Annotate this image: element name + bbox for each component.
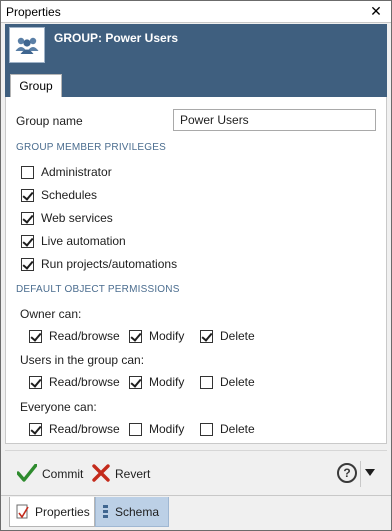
revert-label: Revert xyxy=(115,467,151,481)
owner-modify-checkbox[interactable]: Modify xyxy=(129,328,184,344)
everyone-permissions-label: Everyone can: xyxy=(20,400,97,414)
group-users-permissions-label: Users in the group can: xyxy=(20,353,145,367)
owner-permissions-label: Owner can: xyxy=(20,307,82,321)
group-panel: Group name GROUP MEMBER PRIVILEGES Admin… xyxy=(5,97,387,444)
commit-button[interactable]: Commit xyxy=(16,462,84,485)
privilege-web-services[interactable]: Web services xyxy=(21,210,113,226)
checkbox-label: Read/browse xyxy=(49,375,120,389)
everyone-read-checkbox[interactable]: Read/browse xyxy=(29,421,120,437)
window-title: Properties xyxy=(6,5,61,19)
bottom-tab-bar: Properties Schema xyxy=(1,495,391,530)
tab-strip: Group xyxy=(5,65,387,97)
checkbox-label: Web services xyxy=(41,211,113,225)
tab-properties-label: Properties xyxy=(35,504,90,519)
checkbox[interactable] xyxy=(200,422,213,436)
checkbox-label: Read/browse xyxy=(49,329,120,343)
group-delete-checkbox[interactable]: Delete xyxy=(200,374,255,390)
checkbox-label: Modify xyxy=(149,329,185,343)
group-header: GROUP: Power Users xyxy=(5,24,387,65)
checkbox-label: Delete xyxy=(220,375,255,389)
commit-label: Commit xyxy=(42,467,84,481)
checkbox-label: Delete xyxy=(220,422,255,436)
revert-button[interactable]: Revert xyxy=(92,463,150,485)
checkbox[interactable] xyxy=(21,257,34,271)
checkbox[interactable] xyxy=(129,329,142,343)
help-icon[interactable]: ? xyxy=(337,463,357,483)
x-icon xyxy=(92,463,110,485)
privileges-heading: GROUP MEMBER PRIVILEGES xyxy=(16,142,167,153)
group-modify-checkbox[interactable]: Modify xyxy=(129,374,184,390)
checkbox[interactable] xyxy=(200,375,213,389)
checkbox-label: Run projects/automations xyxy=(41,257,178,271)
checkbox[interactable] xyxy=(21,211,34,225)
chevron-down-icon[interactable] xyxy=(365,469,375,476)
privilege-schedules[interactable]: Schedules xyxy=(21,187,97,203)
checkbox-label: Modify xyxy=(149,375,185,389)
checkbox[interactable] xyxy=(129,375,142,389)
checkbox[interactable] xyxy=(29,422,42,436)
checkbox[interactable] xyxy=(200,329,213,343)
toolbar-separator xyxy=(360,461,361,487)
privilege-live-automation[interactable]: Live automation xyxy=(21,233,126,249)
checkbox-label: Live automation xyxy=(41,234,126,248)
checkbox[interactable] xyxy=(29,329,42,343)
checkmark-icon xyxy=(16,462,38,485)
checkbox[interactable] xyxy=(21,234,34,248)
checkbox-label: Schedules xyxy=(41,188,98,202)
tab-group[interactable]: Group xyxy=(10,74,62,97)
group-heading: GROUP: Power Users xyxy=(54,31,179,45)
tab-schema[interactable]: Schema xyxy=(95,497,169,527)
checkbox[interactable] xyxy=(29,375,42,389)
checkbox-label: Administrator xyxy=(41,165,112,179)
owner-read-checkbox[interactable]: Read/browse xyxy=(29,328,120,344)
owner-delete-checkbox[interactable]: Delete xyxy=(200,328,255,344)
checkbox[interactable] xyxy=(21,165,34,179)
properties-icon xyxy=(16,504,30,520)
tab-schema-label: Schema xyxy=(115,504,160,519)
checkbox-label: Delete xyxy=(220,329,255,343)
footer-divider xyxy=(5,450,387,451)
group-name-input[interactable] xyxy=(173,109,376,131)
properties-window: Properties ✕ GROUP: Power Users Group Gr… xyxy=(0,0,392,531)
checkbox[interactable] xyxy=(21,188,34,202)
everyone-modify-checkbox[interactable]: Modify xyxy=(129,421,184,437)
everyone-delete-checkbox[interactable]: Delete xyxy=(200,421,255,437)
close-icon[interactable]: ✕ xyxy=(368,3,384,19)
title-bar: Properties ✕ xyxy=(1,1,391,23)
permissions-heading: DEFAULT OBJECT PERMISSIONS xyxy=(16,284,180,295)
checkbox-label: Modify xyxy=(149,422,185,436)
checkbox-label: Read/browse xyxy=(49,422,120,436)
group-name-label: Group name xyxy=(16,114,83,128)
checkbox[interactable] xyxy=(129,422,142,436)
privilege-administrator[interactable]: Administrator xyxy=(21,164,112,180)
schema-icon xyxy=(102,504,110,520)
group-users-icon xyxy=(9,27,45,63)
group-read-checkbox[interactable]: Read/browse xyxy=(29,374,120,390)
privilege-run-projects[interactable]: Run projects/automations xyxy=(21,256,177,272)
tab-properties[interactable]: Properties xyxy=(9,497,95,527)
